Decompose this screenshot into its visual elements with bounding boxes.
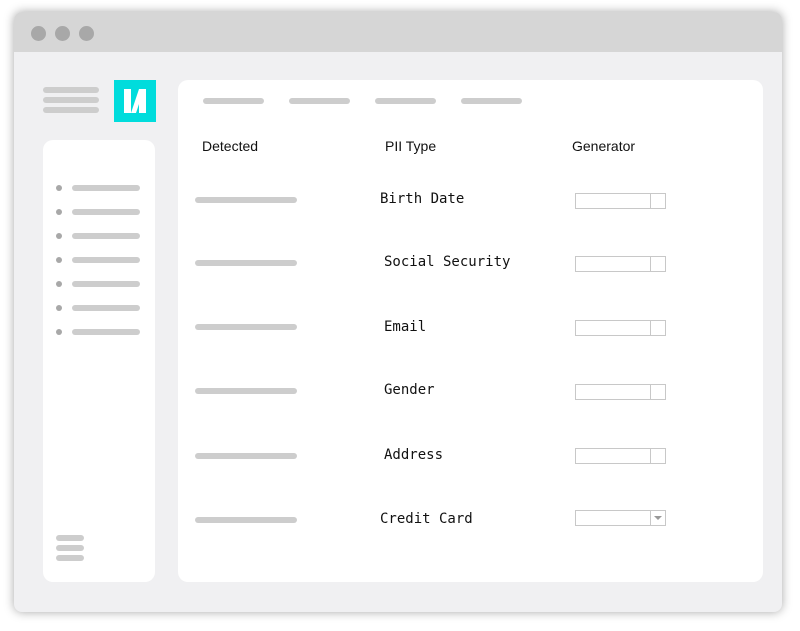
generator-dropdown[interactable] <box>575 510 666 526</box>
pii-type-label: Birth Date <box>380 191 465 207</box>
sidebar-item[interactable] <box>72 281 140 287</box>
pii-type-label: Email <box>384 319 427 335</box>
app-window: Detected PII Type Generator Birth Date S… <box>14 12 782 612</box>
sidebar-item[interactable] <box>72 233 140 239</box>
column-header-pii-type: PII Type <box>385 138 437 154</box>
detected-value <box>195 197 297 203</box>
sidebar-item[interactable] <box>72 305 140 311</box>
column-header-detected: Detected <box>202 138 259 154</box>
pii-type-label: Credit Card <box>380 511 473 527</box>
tab[interactable] <box>289 98 350 104</box>
logo-icon <box>114 80 156 122</box>
tab[interactable] <box>203 98 264 104</box>
pii-type-label: Gender <box>384 382 435 398</box>
detected-value <box>195 324 297 330</box>
pii-type-label: Address <box>384 447 444 463</box>
tab[interactable] <box>461 98 522 104</box>
generator-select[interactable] <box>575 256 666 272</box>
detected-value <box>195 260 297 266</box>
tab[interactable] <box>375 98 436 104</box>
generator-select[interactable] <box>575 193 666 209</box>
generator-select[interactable] <box>575 384 666 400</box>
close-window-button[interactable] <box>31 26 46 41</box>
sidebar-item[interactable] <box>72 329 140 335</box>
sidebar-item[interactable] <box>72 209 140 215</box>
title-bar <box>14 12 782 52</box>
minimize-window-button[interactable] <box>55 26 70 41</box>
main-panel: Detected PII Type Generator Birth Date S… <box>178 80 763 582</box>
generator-select[interactable] <box>575 448 666 464</box>
detected-value <box>195 453 297 459</box>
maximize-window-button[interactable] <box>79 26 94 41</box>
detected-value <box>195 388 297 394</box>
detected-value <box>195 517 297 523</box>
sidebar-item[interactable] <box>72 257 140 263</box>
sidebar-item[interactable] <box>72 185 140 191</box>
sidebar <box>43 140 155 582</box>
column-header-generator: Generator <box>572 138 636 154</box>
pii-type-label: Social Security <box>384 254 511 270</box>
chevron-down-icon <box>654 516 662 520</box>
generator-select[interactable] <box>575 320 666 336</box>
